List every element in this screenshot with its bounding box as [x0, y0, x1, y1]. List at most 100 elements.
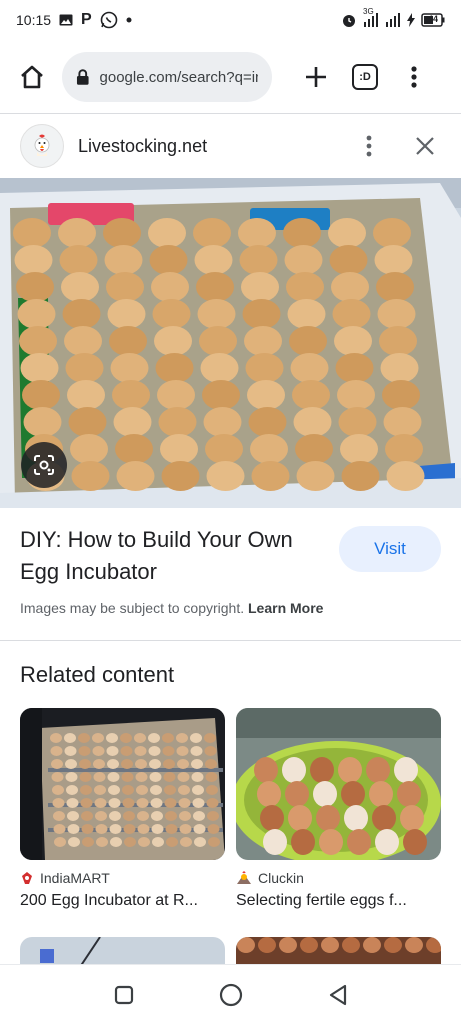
egg: [190, 746, 203, 756]
egg: [179, 824, 192, 834]
site-name[interactable]: Livestocking.net: [78, 136, 207, 157]
egg: [62, 299, 101, 329]
egg: [178, 798, 191, 808]
related-card[interactable]: IndiaMART 200 Egg Incubator at R...: [20, 708, 225, 910]
egg: [369, 781, 393, 807]
egg: [289, 326, 327, 356]
tab-switcher-button[interactable]: :D: [352, 64, 378, 90]
egg: [239, 245, 278, 275]
site-header: Livestocking.net: [0, 116, 461, 176]
egg: [106, 272, 144, 302]
egg: [372, 805, 396, 831]
egg: [205, 772, 218, 782]
close-button[interactable]: [409, 126, 441, 166]
browser-menu-button[interactable]: [402, 57, 426, 97]
battery-icon: 44: [421, 13, 445, 27]
egg: [78, 746, 91, 756]
egg: [237, 937, 255, 953]
egg: [207, 811, 219, 821]
egg: [344, 805, 368, 831]
egg: [316, 805, 340, 831]
egg: [120, 746, 133, 756]
recents-button[interactable]: [104, 975, 144, 1015]
eggs-in-container-photo: [236, 708, 441, 860]
egg: [137, 811, 149, 821]
egg: [107, 299, 146, 329]
egg: [386, 461, 425, 491]
egg: [383, 407, 422, 437]
indiamart-logo-icon: [22, 872, 32, 884]
egg: [122, 785, 134, 795]
egg: [347, 829, 371, 855]
egg: [78, 733, 90, 743]
egg: [107, 772, 120, 782]
google-lens-button[interactable]: [21, 442, 67, 488]
egg: [108, 785, 120, 795]
egg: [134, 733, 146, 743]
egg: [203, 407, 242, 437]
egg: [337, 380, 375, 410]
tab-count: :D: [359, 71, 371, 83]
egg: [285, 781, 309, 807]
egg: [149, 772, 162, 782]
egg-incubator-photo: [0, 178, 461, 508]
egg: [164, 798, 177, 808]
egg: [112, 380, 150, 410]
home-circle-icon: [219, 983, 242, 1006]
learn-more-link[interactable]: Learn More: [248, 600, 323, 616]
new-tab-button[interactable]: [296, 57, 336, 97]
egg: [65, 353, 104, 383]
egg: [50, 746, 63, 756]
related-card-image-partial[interactable]: [236, 937, 441, 967]
egg: [66, 798, 79, 808]
egg: [191, 772, 204, 782]
google-lens-icon: [34, 455, 54, 475]
egg: [152, 837, 164, 847]
egg: [286, 272, 324, 302]
egg: [68, 407, 107, 437]
back-button[interactable]: [318, 975, 358, 1015]
related-card-source: IndiaMART: [20, 870, 225, 886]
related-card-image-partial[interactable]: [20, 937, 225, 967]
egg: [363, 937, 381, 953]
plus-icon: [306, 67, 326, 87]
charging-icon: [407, 13, 415, 27]
egg: [208, 837, 220, 847]
egg: [64, 326, 102, 356]
related-card-source-name: Cluckin: [258, 870, 304, 886]
egg: [204, 733, 216, 743]
visit-button[interactable]: Visit: [339, 526, 441, 572]
egg: [110, 353, 149, 383]
egg: [150, 798, 163, 808]
egg: [164, 785, 176, 795]
egg: [120, 733, 132, 743]
egg: [238, 218, 276, 248]
egg: [207, 824, 220, 834]
address-bar[interactable]: google.com/search?q=in: [62, 52, 272, 102]
related-card[interactable]: Cluckin Selecting fertile eggs f...: [236, 708, 441, 910]
egg: [23, 407, 62, 437]
home-nav-button[interactable]: [211, 975, 251, 1015]
related-content-heading: Related content: [20, 662, 175, 687]
egg: [250, 434, 288, 464]
site-options-button[interactable]: [357, 126, 381, 166]
egg: [151, 824, 164, 834]
home-button[interactable]: [12, 57, 52, 97]
egg: [95, 824, 108, 834]
egg: [81, 811, 93, 821]
egg: [338, 757, 362, 783]
egg: [64, 746, 77, 756]
egg: [19, 326, 57, 356]
egg: [109, 326, 147, 356]
egg: [165, 811, 177, 821]
result-title[interactable]: DIY: How to Build Your Own Egg Incubator: [20, 524, 320, 588]
egg: [287, 299, 326, 329]
egg: [68, 837, 80, 847]
egg: [134, 746, 147, 756]
egg: [180, 837, 192, 847]
egg: [373, 218, 411, 248]
egg: [205, 434, 243, 464]
egg: [176, 746, 189, 756]
result-image[interactable]: [0, 178, 461, 508]
status-time: 10:15: [16, 12, 52, 28]
